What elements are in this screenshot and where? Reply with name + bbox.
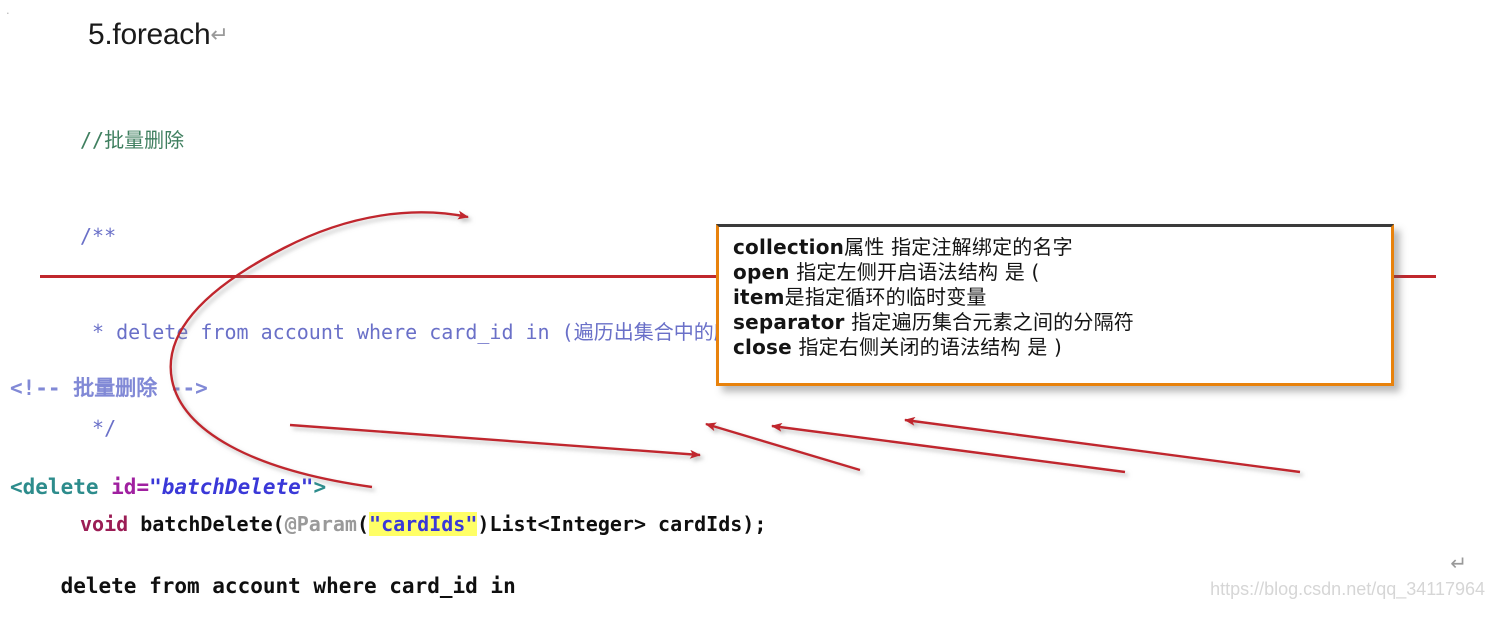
tooltip-term-separator: separator [733,310,845,334]
tooltip-line-close: close 指定右侧关闭的语法结构 是 ) [733,335,1391,360]
attr-id: id= [98,475,150,499]
tag-delete: <delete [10,475,99,499]
tooltip-term-close: close [733,335,792,359]
tooltip-desc-item: 是指定循环的临时变量 [784,285,987,309]
xml-line-delete-open: <delete id="batchDelete"> [10,471,1034,504]
page-title: 5.foreach↵ [88,18,229,52]
tooltip-line-separator: separator 指定遍历集合元素之间的分隔符 [733,310,1391,335]
pilcrow-icon: ↵ [210,22,229,47]
tooltip-term-open: open [733,260,790,284]
top-left-mark: . [6,2,10,17]
bracket-close: > [313,475,327,499]
bottom-pilcrow-icon: ↵ [1450,553,1467,575]
tooltip-line-item: item是指定循环的临时变量 [733,285,1391,310]
tooltip-content: collection属性 指定注解绑定的名字 open 指定左侧开启语法结构 是… [719,227,1391,360]
tooltip-desc-collection: 属性 指定注解绑定的名字 [844,235,1073,259]
value-batchdelete: "batchDelete" [149,475,314,499]
tooltip-desc-open: 指定左侧开启语法结构 是 ( [789,260,1040,284]
tooltip-desc-separator: 指定遍历集合元素之间的分隔符 [844,310,1134,334]
xml-line-sql: delete from account where card_id in [10,574,516,598]
tooltip-term-collection: collection [733,235,845,259]
slide-canvas: . 5.foreach↵ //批量删除 /** * delete from ac… [0,0,1497,618]
tooltip-desc-close: 指定右侧关闭的语法结构 是 ) [791,335,1062,359]
tooltip-line-open: open 指定左侧开启语法结构 是 ( [733,260,1391,285]
page-title-text: 5.foreach [88,18,211,51]
tooltip-term-item: item [733,285,785,309]
java-line-comment: //批量删除 [80,128,185,152]
annotation-tooltip: collection属性 指定注解绑定的名字 open 指定左侧开启语法结构 是… [716,224,1394,386]
tooltip-line-collection: collection属性 指定注解绑定的名字 [733,235,1391,260]
watermark-url: https://blog.csdn.net/qq_34117964 [1210,579,1485,599]
